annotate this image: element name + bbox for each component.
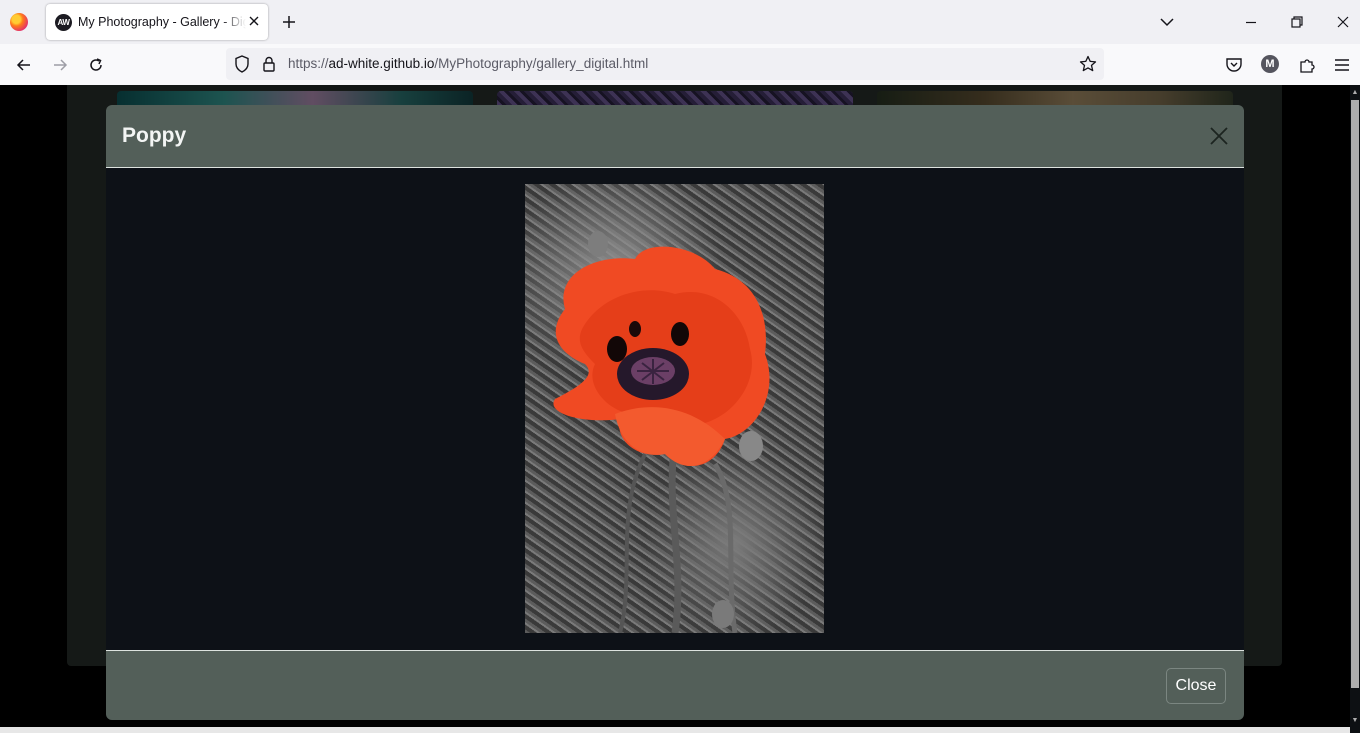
back-arrow-icon[interactable] [14,55,34,75]
tab-bar: AW My Photography - Gallery - Digital [0,0,1360,44]
puzzle-icon[interactable] [1297,55,1317,75]
tracking-shield-icon[interactable] [233,54,251,74]
tab-active[interactable]: AW My Photography - Gallery - Digital [46,4,268,40]
star-icon[interactable] [1078,54,1098,74]
navigation-toolbar: https://ad-white.github.io/MyPhotography… [0,44,1360,86]
close-button[interactable]: Close [1166,668,1226,704]
modal-body [106,168,1244,649]
url-text[interactable]: https://ad-white.github.io/MyPhotography… [288,56,648,71]
modal-title: Poppy [122,124,187,147]
bottom-strip [0,727,1350,733]
address-bar[interactable]: https://ad-white.github.io/MyPhotography… [226,48,1104,80]
tab-close-icon[interactable] [246,13,262,29]
site-favicon-icon: AW [55,14,72,31]
url-path: /MyPhotography/gallery_digital.html [434,56,649,71]
tab-title: My Photography - Gallery - Digital [78,15,246,29]
poppy-photo [525,184,824,633]
new-tab-icon[interactable] [280,13,298,31]
close-icon[interactable] [1207,124,1231,148]
restore-icon[interactable] [1287,12,1307,32]
image-modal: Poppy Close [106,105,1244,720]
modal-header: Poppy [106,105,1244,168]
reload-icon[interactable] [86,55,106,75]
firefox-logo-icon[interactable] [10,13,28,31]
hamburger-menu-icon[interactable] [1332,55,1352,75]
minimize-icon[interactable] [1241,12,1261,32]
url-scheme: https:// [288,56,329,71]
modal-footer: Close [106,650,1244,720]
forward-arrow-icon[interactable] [50,55,70,75]
lock-icon[interactable] [262,55,276,73]
pocket-icon[interactable] [1224,55,1244,75]
close-window-icon[interactable] [1333,12,1353,32]
scroll-down-arrow-icon[interactable]: ▼ [1350,716,1360,726]
scrollbar-thumb[interactable] [1351,100,1359,688]
poppy-illustration [553,231,770,633]
scroll-up-arrow-icon[interactable]: ▲ [1350,88,1360,98]
list-all-tabs-icon[interactable] [1158,14,1176,30]
url-domain: ad-white.github.io [328,56,435,71]
account-avatar[interactable]: M [1261,55,1279,73]
